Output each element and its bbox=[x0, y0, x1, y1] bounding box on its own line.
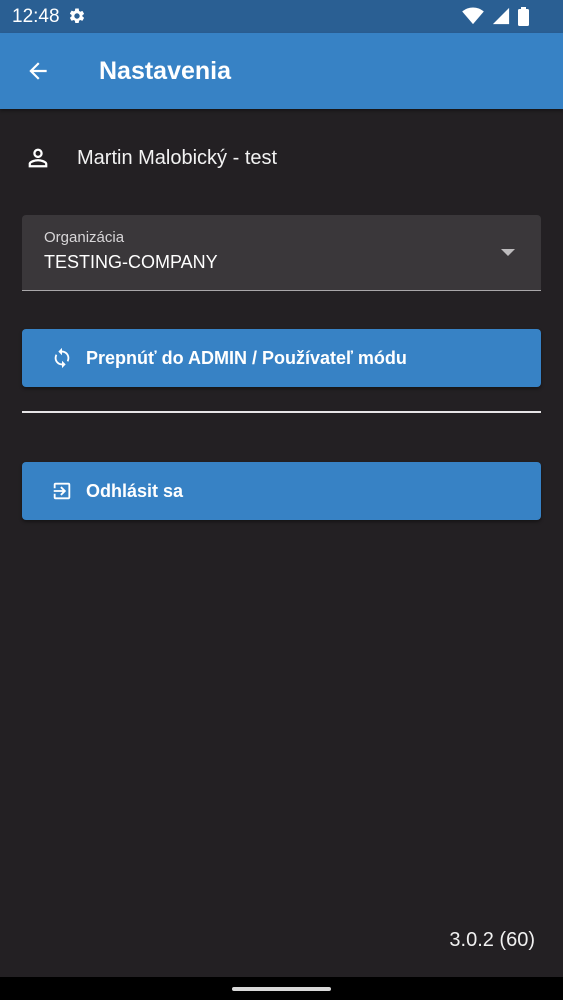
logout-label: Odhlásit sa bbox=[86, 480, 184, 501]
navigation-bar bbox=[0, 977, 563, 1000]
switch-mode-button[interactable]: Prepnúť do ADMIN / Používateľ módu bbox=[22, 329, 541, 387]
logout-icon bbox=[51, 480, 73, 502]
battery-icon bbox=[518, 6, 529, 26]
app-version: 3.0.2 (60) bbox=[449, 929, 535, 951]
status-time: 12:48 bbox=[12, 6, 60, 27]
arrow-left-icon bbox=[29, 62, 47, 80]
switch-mode-label: Prepnúť do ADMIN / Používateľ módu bbox=[86, 347, 407, 368]
logout-button[interactable]: Odhlásit sa bbox=[22, 462, 541, 520]
gear-icon bbox=[69, 8, 85, 23]
person-icon bbox=[24, 144, 52, 172]
organization-label: Organizácia bbox=[44, 229, 125, 246]
page-title: Nastavenia bbox=[99, 57, 232, 85]
user-row: Martin Malobický - test bbox=[24, 140, 277, 176]
user-name: Martin Malobický - test bbox=[77, 146, 278, 169]
status-bar: 12:48 bbox=[0, 0, 563, 33]
wifi-icon bbox=[462, 7, 484, 25]
back-button[interactable] bbox=[14, 47, 62, 95]
organization-select[interactable]: Organizácia TESTING-COMPANY bbox=[22, 215, 541, 291]
organization-value: TESTING-COMPANY bbox=[44, 252, 218, 272]
caret-down-icon bbox=[501, 249, 515, 256]
sync-icon bbox=[51, 347, 73, 369]
divider bbox=[22, 411, 541, 413]
home-gesture-handle[interactable] bbox=[232, 987, 331, 991]
signal-icon bbox=[492, 7, 510, 25]
status-icons bbox=[462, 6, 529, 26]
settings-screen: 12:48 Nastavenia Martin Malobický - test… bbox=[0, 0, 563, 1000]
app-bar: Nastavenia bbox=[0, 33, 563, 109]
